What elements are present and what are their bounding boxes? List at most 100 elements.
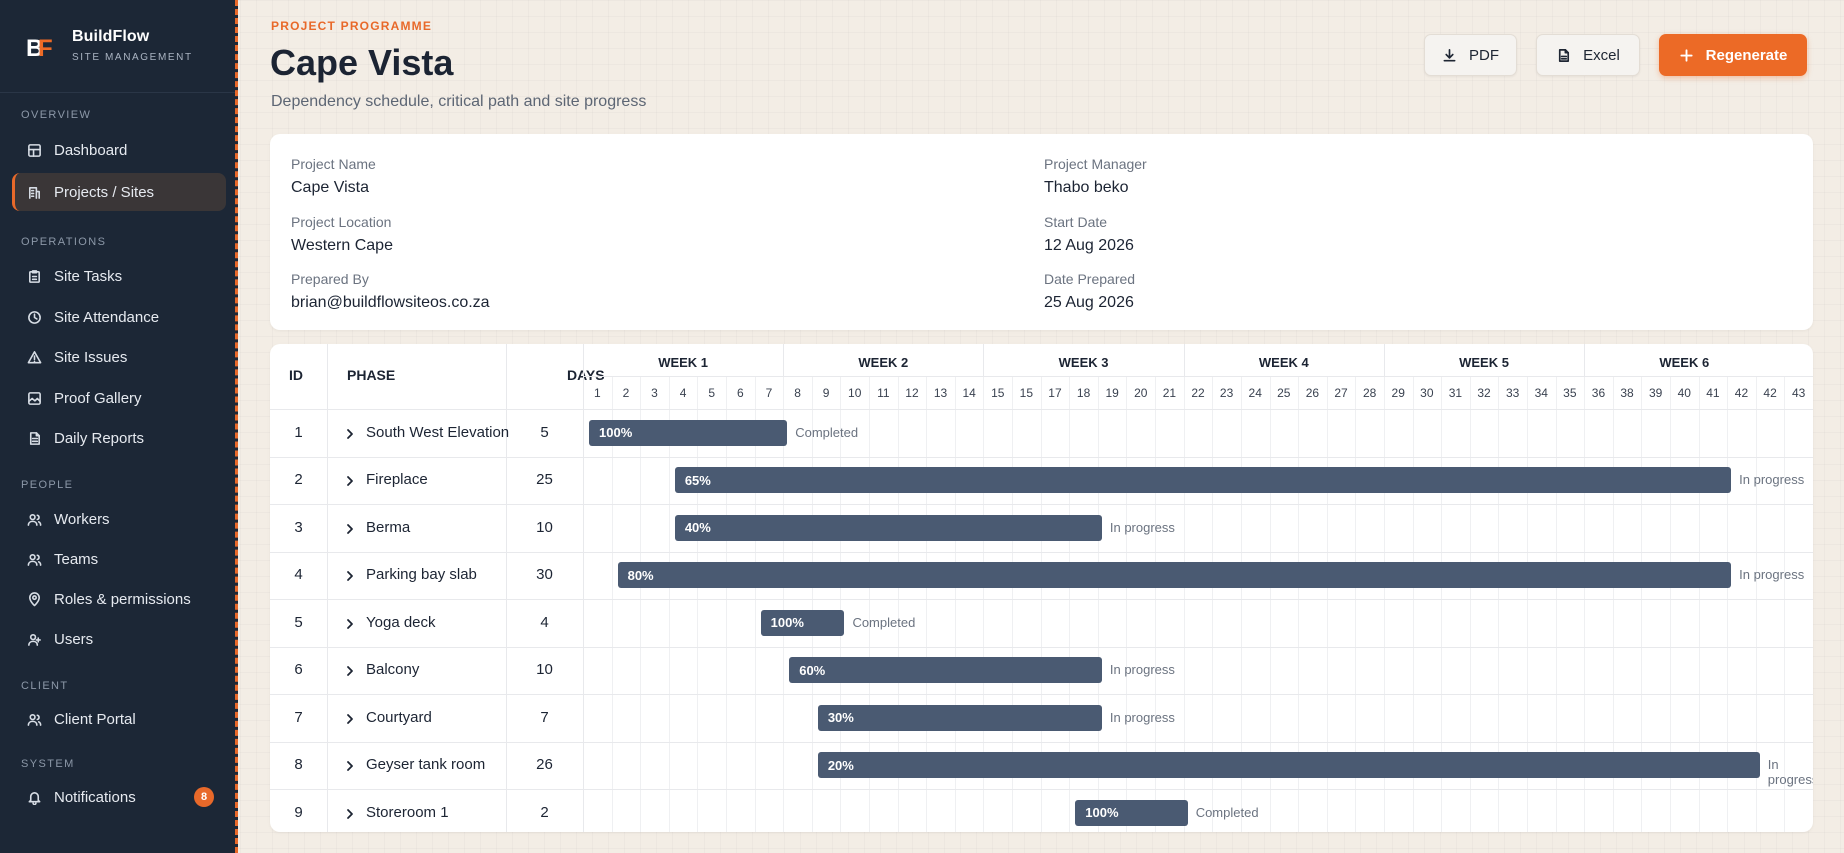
- day-label: 28: [1362, 386, 1377, 400]
- expand-chevron-icon[interactable]: [345, 664, 355, 677]
- phase-name[interactable]: Balcony: [366, 661, 419, 678]
- field-value: 25 Aug 2026: [1044, 294, 1134, 311]
- task-bar[interactable]: 20%: [817, 752, 1760, 779]
- task-bar[interactable]: 100%: [760, 609, 845, 636]
- day-label: 5: [708, 386, 716, 400]
- pdf-button-label: PDF: [1469, 46, 1499, 64]
- task-bar[interactable]: 80%: [617, 562, 1732, 589]
- phase-name[interactable]: Courtyard: [366, 709, 432, 726]
- sidebar-item-users[interactable]: Users: [12, 620, 226, 658]
- sidebar-item-projects[interactable]: Projects / Sites: [12, 173, 226, 211]
- phase-name[interactable]: South West Elevation: [366, 424, 509, 441]
- user-icon: [26, 631, 42, 647]
- week-label: WEEK 4: [1258, 355, 1309, 370]
- notification-count-badge: 8: [194, 787, 214, 807]
- expand-chevron-icon[interactable]: [345, 807, 355, 819]
- sidebar-item-teams[interactable]: Teams: [12, 540, 226, 578]
- sidebar-item-roles-permissions[interactable]: Roles & permissions: [12, 580, 226, 618]
- row-days: 5: [540, 423, 549, 441]
- day-label: 17: [1048, 386, 1062, 400]
- day-label: 9: [822, 386, 830, 400]
- page-subtitle: Dependency schedule, critical path and s…: [271, 93, 647, 110]
- expand-chevron-icon[interactable]: [345, 474, 355, 487]
- phase-name[interactable]: Storeroom 1: [366, 804, 449, 821]
- bell-icon: [26, 789, 42, 805]
- section-operations: OPERATIONS: [21, 236, 107, 248]
- date-prepared-field: Date Prepared 25 Aug 2026: [1044, 271, 1135, 312]
- week-label: WEEK 2: [858, 355, 909, 370]
- day-label: 38: [1620, 386, 1634, 400]
- day-label: 30: [1420, 386, 1434, 400]
- row-id: 6: [294, 661, 303, 679]
- row-days: 30: [536, 566, 553, 584]
- start-date-field: Start Date 12 Aug 2026: [1044, 214, 1134, 255]
- field-value: 12 Aug 2026: [1044, 237, 1134, 254]
- sidebar-item-notifications[interactable]: Notifications 8: [12, 778, 226, 816]
- expand-chevron-icon[interactable]: [345, 427, 355, 439]
- sidebar-item-label: Site Attendance: [54, 308, 160, 326]
- task-bar[interactable]: 100%: [589, 419, 788, 446]
- expand-chevron-icon[interactable]: [345, 617, 355, 629]
- sidebar-item-proof-gallery[interactable]: Proof Gallery: [12, 379, 226, 417]
- task-bar[interactable]: 40%: [674, 514, 1102, 541]
- regenerate-button[interactable]: Regenerate: [1659, 34, 1807, 76]
- row-id: 8: [294, 756, 303, 774]
- task-bar[interactable]: 60%: [789, 657, 1102, 684]
- task-bar[interactable]: 100%: [1075, 799, 1188, 826]
- project-location-field: Project Location Western Cape: [291, 214, 393, 255]
- row-days: 4: [540, 613, 549, 631]
- sidebar-item-site-issues[interactable]: Site Issues: [12, 338, 226, 376]
- sidebar-item-label: Site Issues: [54, 348, 128, 366]
- phase-name[interactable]: Geyser tank room: [366, 756, 485, 773]
- sidebar-item-daily-reports[interactable]: Daily Reports: [12, 419, 226, 457]
- sidebar-item-label: Users: [54, 630, 94, 648]
- day-label: 11: [877, 386, 890, 400]
- page-title: Cape Vista: [270, 42, 454, 83]
- phase-name[interactable]: Fireplace: [366, 471, 428, 488]
- day-label: 18: [1076, 386, 1091, 400]
- sidebar-item-workers[interactable]: Workers: [12, 500, 226, 538]
- field-label: Project Location: [291, 214, 392, 230]
- day-label: 41: [1706, 386, 1720, 400]
- expand-chevron-icon[interactable]: [345, 712, 355, 724]
- brand[interactable]: B F BuildFlow SITE MANAGEMENT: [26, 28, 193, 63]
- day-label: 2: [622, 386, 630, 400]
- task-status: In progress: [1739, 567, 1805, 583]
- field-label: Project Name: [291, 156, 376, 172]
- expand-chevron-icon[interactable]: [345, 759, 355, 772]
- export-pdf-button[interactable]: PDF: [1424, 34, 1517, 76]
- task-status: In progress: [1109, 662, 1175, 678]
- phase-name[interactable]: Parking bay slab: [366, 566, 477, 583]
- column-header-id: ID: [289, 367, 303, 383]
- sidebar-item-site-tasks[interactable]: Site Tasks: [12, 257, 226, 295]
- sidebar-item-dashboard[interactable]: Dashboard: [12, 131, 226, 169]
- column-divider: [327, 344, 328, 832]
- task-bar[interactable]: 30%: [817, 704, 1102, 731]
- section-system: SYSTEM: [21, 758, 75, 770]
- day-gridline: [811, 376, 813, 832]
- phase-name[interactable]: Yoga deck: [366, 614, 436, 631]
- field-label: Prepared By: [291, 271, 369, 287]
- day-label: 29: [1391, 386, 1405, 400]
- week-label: WEEK 6: [1659, 355, 1710, 370]
- gantt-chart: ID PHASE DAYS WEEK 1 WEEK 2 WEEK 3 WEEK 4 WE…: [270, 344, 1813, 832]
- day-label: 3: [651, 386, 658, 400]
- export-excel-button[interactable]: Excel: [1536, 34, 1640, 76]
- task-status: In progress: [1109, 519, 1175, 535]
- week-label: WEEK 1: [658, 355, 709, 370]
- week-label: WEEK 3: [1058, 355, 1109, 370]
- task-status: Completed: [852, 614, 916, 630]
- sidebar-item-label: Projects / Sites: [54, 183, 155, 201]
- sidebar-item-client-portal[interactable]: Client Portal: [12, 700, 226, 738]
- field-value: Western Cape: [291, 237, 393, 254]
- row-divider: [270, 551, 1813, 553]
- day-label: 34: [1534, 386, 1548, 400]
- phase-name[interactable]: Berma: [366, 519, 410, 536]
- expand-chevron-icon[interactable]: [345, 522, 355, 534]
- expand-chevron-icon[interactable]: [345, 569, 355, 582]
- sidebar-item-site-attendance[interactable]: Site Attendance: [12, 298, 226, 336]
- sidebar-item-label: Dashboard: [54, 141, 128, 159]
- section-overview: OVERVIEW: [21, 109, 92, 121]
- task-bar[interactable]: 65%: [674, 467, 1732, 494]
- day-label: 27: [1334, 386, 1348, 400]
